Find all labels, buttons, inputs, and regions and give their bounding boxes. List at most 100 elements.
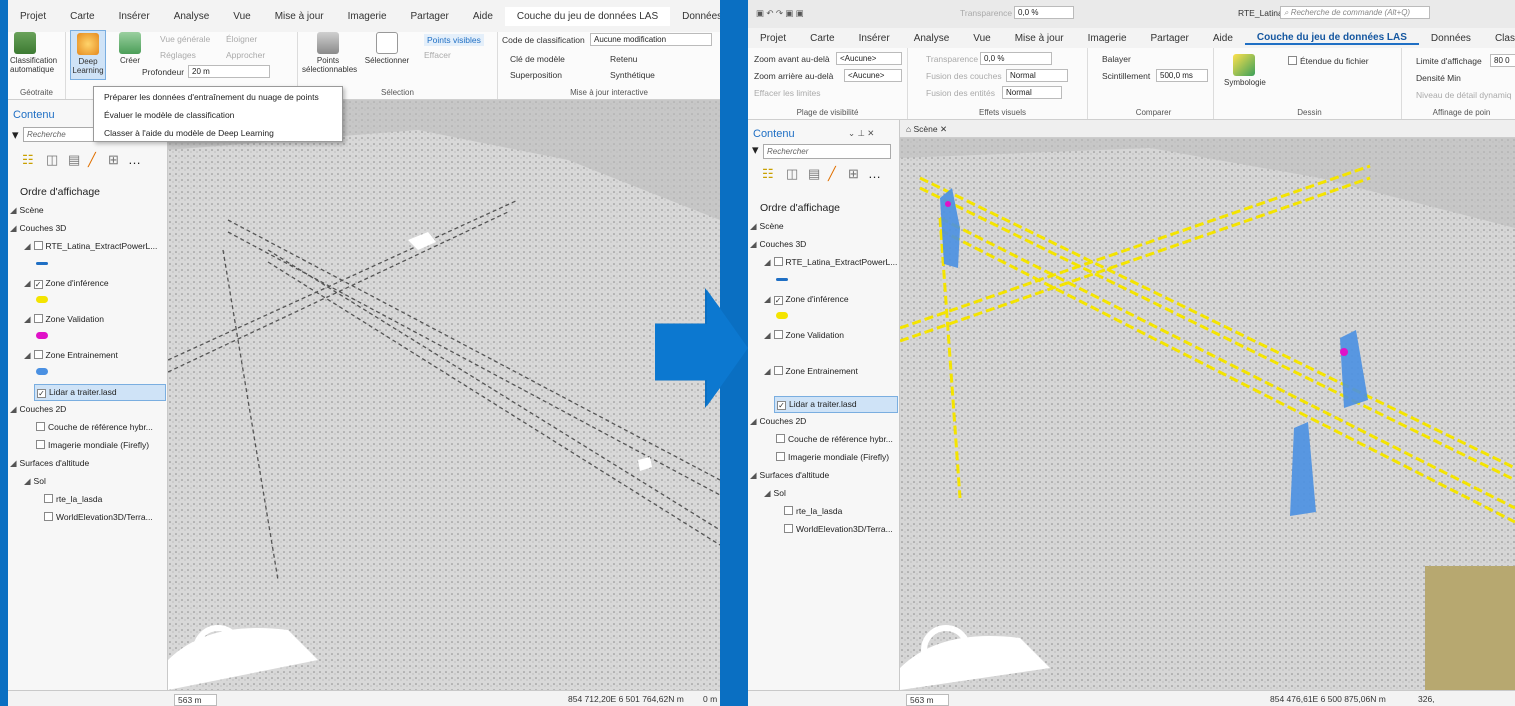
tree-rte-layer[interactable]: ◢ RTE_Latina_ExtractPowerL... [764,257,897,268]
superposition-button[interactable]: Superposition [510,70,562,80]
tree-lidar[interactable]: ✓ Lidar a traiter.lasd [774,396,898,413]
list-by-drawing-order-icon[interactable]: ☷ [22,152,34,168]
tree-zone-inference[interactable]: ◢ ✓ Zone d'inférence [764,294,849,305]
vue-generale-button[interactable]: Vue générale [160,34,210,44]
scale-input[interactable]: 563 m [174,694,217,706]
tree-imagerie[interactable]: Imagerie mondiale (Firefly) [36,440,149,450]
menu-item-preparer[interactable]: Préparer les données d'entraînement du n… [104,92,319,102]
classification-auto-button[interactable]: Classification automatique [10,32,57,74]
search-input[interactable]: Rechercher [763,144,891,159]
points-selectionnables-button[interactable]: Points sélectionnables [302,32,357,74]
tab-couche-las[interactable]: Couche du jeu de données LAS [1244,32,1419,45]
scene-view[interactable] [900,138,1515,690]
layer-icon[interactable]: ▤ [68,152,80,168]
tree-surfaces[interactable]: ◢ Surfaces d'altitude [10,458,89,469]
tab-analyse[interactable]: Analyse [162,11,222,22]
tab-donnees[interactable]: Données [1419,33,1483,44]
zoom-avant-dropdown[interactable]: <Aucune> [836,52,902,65]
tree-surfaces[interactable]: ◢ Surfaces d'altitude [750,470,829,481]
zoom-arriere-dropdown[interactable]: <Aucune> [844,69,902,82]
profondeur-input[interactable]: 20 m [188,65,270,78]
tab-projet[interactable]: Projet [748,33,798,44]
tab-aide[interactable]: Aide [461,11,505,22]
tab-mise-a-jour[interactable]: Mise à jour [1003,33,1076,44]
tree-zone-entrainement[interactable]: ◢ Zone Entrainement [764,366,858,377]
more-icon[interactable]: … [128,152,141,167]
cle-modele-button[interactable]: Clé de modèle [510,54,565,64]
tab-vue[interactable]: Vue [961,33,1002,44]
database-icon[interactable]: ◫ [46,152,58,168]
menu-item-evaluer[interactable]: Évaluer le modèle de classification [104,110,234,120]
reglages-button[interactable]: Réglages [160,50,196,60]
tree-worldelevation[interactable]: WorldElevation3D/Terra... [784,524,893,534]
tree-couches-3d[interactable]: ◢ Couches 3D [750,239,806,250]
tab-inserer[interactable]: Insérer [847,33,902,44]
tab-partager[interactable]: Partager [399,11,461,22]
tree-zone-validation[interactable]: ◢ Zone Validation [24,314,104,325]
tab-projet[interactable]: Projet [8,11,58,22]
tab-partager[interactable]: Partager [1139,33,1201,44]
tree-couches-2d[interactable]: ◢ Couches 2D [750,416,806,427]
tree-reference[interactable]: Couche de référence hybr... [776,434,893,444]
eloigner-button[interactable]: Éloigner [226,34,257,44]
tab-imagerie[interactable]: Imagerie [336,11,399,22]
etendue-fichier-checkbox[interactable]: Étendue du fichier [1288,56,1369,66]
fusion-couches-dropdown[interactable]: Normal [1006,69,1068,82]
tree-rte-lasda[interactable]: rte_la_lasda [44,494,102,504]
label-icon[interactable]: ⊞ [848,166,859,182]
tree-reference[interactable]: Couche de référence hybr... [36,422,153,432]
tab-inserer[interactable]: Insérer [107,11,162,22]
creer-button[interactable]: Créer [116,32,144,65]
database-icon[interactable]: ◫ [786,166,798,182]
more-icon[interactable]: … [868,166,881,181]
filter-icon[interactable]: ▾ [12,127,19,143]
tree-scene[interactable]: ◢ Scène [10,205,44,216]
tab-scene[interactable]: ⌂ Scène ✕ [906,124,947,135]
scale-input[interactable]: 563 m [906,694,949,706]
selectionner-button[interactable]: Sélectionner [364,32,410,65]
balayer-button[interactable]: Balayer [1102,54,1131,64]
tab-imagerie[interactable]: Imagerie [1076,33,1139,44]
tree-zone-inference[interactable]: ◢ ✓ Zone d'inférence [24,278,109,289]
scintillement-input[interactable]: 500,0 ms [1156,69,1208,82]
transparence-input[interactable]: 0,0 % [980,52,1052,65]
tab-aide[interactable]: Aide [1201,33,1245,44]
densite-min-slider[interactable]: Densité Min [1416,73,1461,83]
command-search-input[interactable]: ⌕ Recherche de commande (Alt+Q) [1280,6,1430,19]
approcher-button[interactable]: Approcher [226,50,265,60]
tree-rte-layer[interactable]: ◢ RTE_Latina_ExtractPowerL... [24,241,157,252]
tab-donnees[interactable]: Données [670,11,720,22]
edit-icon[interactable]: ╱ [828,166,836,182]
synthetique-button[interactable]: Synthétique [610,70,655,80]
symbologie-button[interactable]: Symbologie [1224,54,1266,87]
tab-classification[interactable]: Classification [1483,33,1515,44]
tree-rte-lasda[interactable]: rte_la_lasda [784,506,842,516]
retenu-button[interactable]: Retenu [610,54,637,64]
tree-sol[interactable]: ◢ Sol [24,476,46,487]
tree-couches-2d[interactable]: ◢ Couches 2D [10,404,66,415]
tree-scene[interactable]: ◢ Scène [750,221,784,232]
tree-lidar[interactable]: ✓ Lidar a traiter.lasd [34,384,166,401]
menu-item-classer[interactable]: Classer à l'aide du modèle de Deep Learn… [104,128,274,138]
fusion-entites-dropdown[interactable]: Normal [1002,86,1062,99]
tab-couche-las[interactable]: Couche du jeu de données LAS [504,6,671,26]
tree-worldelevation[interactable]: WorldElevation3D/Terra... [44,512,153,522]
tree-sol[interactable]: ◢ Sol [764,488,786,499]
edit-icon[interactable]: ╱ [88,152,96,168]
pane-options-icon[interactable]: ⌄ ⊥ ✕ [848,128,874,139]
tab-analyse[interactable]: Analyse [902,33,962,44]
tab-vue[interactable]: Vue [221,11,262,22]
tree-couches-3d[interactable]: ◢ Couches 3D [10,223,66,234]
tab-carte[interactable]: Carte [58,11,106,22]
tab-carte[interactable]: Carte [798,33,846,44]
layer-icon[interactable]: ▤ [808,166,820,182]
tree-zone-entrainement[interactable]: ◢ Zone Entrainement [24,350,118,361]
limite-affichage-input[interactable]: 80 0 [1490,54,1515,67]
transparency-input[interactable]: 0,0 % [1014,6,1074,19]
filter-icon[interactable]: ▾ [752,142,759,158]
tree-imagerie[interactable]: Imagerie mondiale (Firefly) [776,452,889,462]
label-icon[interactable]: ⊞ [108,152,119,168]
deep-learning-button[interactable]: Deep Learning [70,30,106,80]
effacer-button[interactable]: Effacer [424,50,451,60]
tab-mise-a-jour[interactable]: Mise à jour [263,11,336,22]
